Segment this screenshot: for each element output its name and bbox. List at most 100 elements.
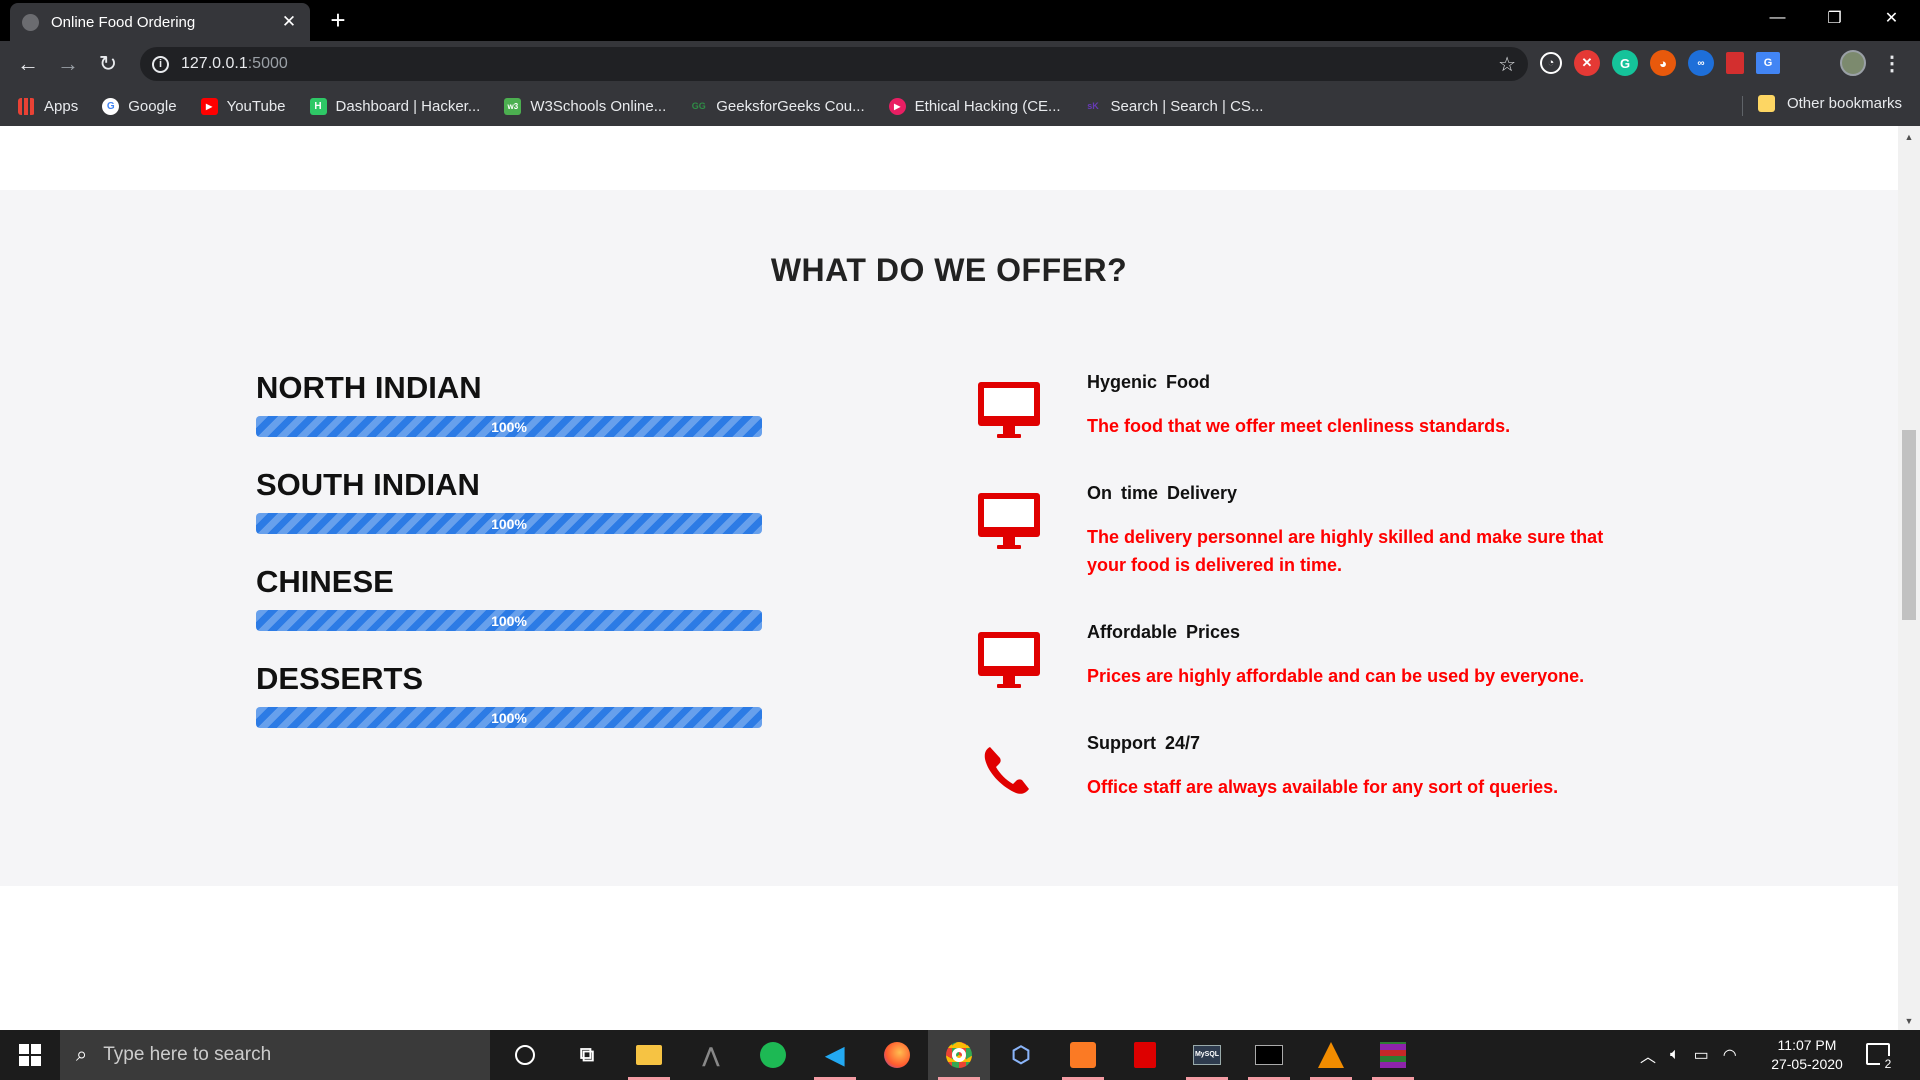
forward-arrow-icon[interactable]: → xyxy=(54,50,82,78)
windows-logo-icon xyxy=(19,1044,41,1066)
search-icon: ⌕ xyxy=(76,1043,88,1066)
skill-name: CHINESE xyxy=(256,564,394,599)
bookmark-ethical-hacking[interactable]: ▶ Ethical Hacking (CE... xyxy=(888,97,1061,115)
task-view-icon[interactable]: ⧉ xyxy=(556,1030,618,1080)
windows-taskbar: ⌕ Type here to search ⧉ ⋀ ◀ ⬡ MySQL ︿ 🔈︎… xyxy=(0,1030,1920,1080)
folder-icon xyxy=(1757,95,1775,112)
phone-icon xyxy=(984,747,1029,794)
bookmark-label: Apps xyxy=(44,97,79,115)
reload-icon[interactable]: ↻ xyxy=(94,50,122,78)
url-port: :5000 xyxy=(247,55,288,72)
minimize-button[interactable]: — xyxy=(1749,0,1806,36)
feature-description: The delivery personnel are highly skille… xyxy=(1087,527,1604,575)
skill-north-indian: NORTH INDIAN 100% xyxy=(256,370,762,467)
site-info-icon[interactable]: i xyxy=(152,55,169,73)
scroll-up-arrow-icon[interactable]: ▲ xyxy=(1898,132,1920,142)
feature-affordable-prices: Affordable Prices Prices are highly affo… xyxy=(976,620,1616,731)
progress-bar: 100% xyxy=(256,416,762,437)
wifi-icon[interactable]: ◠ xyxy=(1723,1045,1737,1065)
progress-label: 100% xyxy=(491,515,527,532)
bookmark-hackerrank[interactable]: H Dashboard | Hacker... xyxy=(309,97,480,115)
other-bookmarks-label: Other bookmarks xyxy=(1786,95,1902,112)
system-tray: ︿ 🔈︎ ▭ ◠ xyxy=(1640,1030,1737,1080)
extensions-row: ◔ ✕ G ◕ ∞ G xyxy=(1540,50,1780,76)
address-bar[interactable]: i 127.0.0.1:5000 ☆ xyxy=(140,47,1528,81)
battery-icon[interactable]: ▭ xyxy=(1694,1045,1709,1065)
pdf-extension-icon[interactable] xyxy=(1726,52,1744,74)
bookmark-label: YouTube xyxy=(226,97,286,115)
duckduckgo-extension-icon[interactable]: ◕ xyxy=(1650,50,1676,76)
chrome-icon[interactable] xyxy=(928,1030,990,1080)
other-bookmarks[interactable]: Other bookmarks xyxy=(1757,95,1902,112)
page-scrollbar[interactable]: ▲ ▼ xyxy=(1898,126,1920,1030)
vlc-icon[interactable] xyxy=(1300,1030,1362,1080)
vscode-icon[interactable]: ◀ xyxy=(804,1030,866,1080)
features-list: Hygenic Food The food that we offer meet… xyxy=(976,370,1616,842)
tab-title: Online Food Ordering xyxy=(51,13,196,31)
firefox-icon[interactable] xyxy=(866,1030,928,1080)
feature-title: Support 24/7 xyxy=(1087,733,1201,753)
predator-sense-icon[interactable]: ⋀ xyxy=(680,1030,742,1080)
spotify-icon[interactable] xyxy=(742,1030,804,1080)
taskbar-apps: ⧉ ⋀ ◀ ⬡ MySQL xyxy=(494,1030,1424,1080)
scrollbar-thumb[interactable] xyxy=(1902,430,1916,620)
apps-grid-icon xyxy=(18,97,35,115)
feature-description: Office staff are always available for an… xyxy=(1087,777,1559,797)
virtualbox-icon[interactable]: ⬡ xyxy=(990,1030,1052,1080)
skill-south-indian: SOUTH INDIAN 100% xyxy=(256,467,762,564)
skill-name: DESSERTS xyxy=(256,661,424,696)
grammarly-extension-icon[interactable]: G xyxy=(1612,50,1638,76)
bookmark-label: Google xyxy=(128,97,177,115)
cs-search-icon: sK xyxy=(1087,101,1099,111)
progress-label: 100% xyxy=(491,612,527,629)
terminal-icon[interactable] xyxy=(1238,1030,1300,1080)
globe-icon xyxy=(22,13,39,31)
xampp-icon[interactable] xyxy=(1052,1030,1114,1080)
notification-count: 2 xyxy=(1880,1056,1896,1072)
skill-chinese: CHINESE 100% xyxy=(256,564,762,661)
taskbar-clock[interactable]: 11:07 PM 27-05-2020 xyxy=(1760,1036,1854,1074)
skill-name: NORTH INDIAN xyxy=(256,370,482,405)
feature-support: Support 24/7 Office staff are always ava… xyxy=(976,731,1616,842)
progress-bar: 100% xyxy=(256,513,762,534)
close-window-button[interactable]: ✕ xyxy=(1863,0,1920,36)
browser-menu-icon[interactable]: ⋮ xyxy=(1882,51,1902,76)
profile-avatar[interactable] xyxy=(1840,50,1866,76)
bookmark-geeksforgeeks[interactable]: GG GeeksforGeeks Cou... xyxy=(690,97,865,115)
bookmark-youtube[interactable]: ▶ YouTube xyxy=(200,97,286,115)
search-placeholder: Type here to search xyxy=(103,1044,272,1065)
window-controls: — ❐ ✕ xyxy=(1749,0,1920,36)
url-host: 127.0.0.1 xyxy=(181,55,248,72)
taskbar-search[interactable]: ⌕ Type here to search xyxy=(60,1030,490,1080)
start-button[interactable] xyxy=(0,1030,60,1080)
bookmark-google[interactable]: G Google xyxy=(102,97,177,115)
cortana-icon[interactable] xyxy=(494,1030,556,1080)
browser-tab[interactable]: Online Food Ordering ✕ xyxy=(10,3,310,41)
winrar-icon[interactable] xyxy=(1362,1030,1424,1080)
bookmark-apps[interactable]: Apps xyxy=(18,97,79,115)
translate-extension-icon[interactable]: G xyxy=(1756,52,1780,74)
bookmark-cs-search[interactable]: sK Search | Search | CS... xyxy=(1085,98,1263,115)
chevron-up-icon[interactable]: ︿ xyxy=(1640,1043,1656,1067)
mysql-workbench-icon[interactable]: MySQL xyxy=(1176,1030,1238,1080)
scroll-down-arrow-icon[interactable]: ▼ xyxy=(1898,1016,1920,1026)
acrobat-icon[interactable] xyxy=(1114,1030,1176,1080)
bookmark-w3schools[interactable]: w3 W3Schools Online... xyxy=(504,97,666,115)
file-explorer-icon[interactable] xyxy=(618,1030,680,1080)
desktop-icon xyxy=(978,382,1040,438)
bookmark-star-icon[interactable]: ☆ xyxy=(1498,52,1516,77)
feature-title: Affordable Prices xyxy=(1087,622,1241,642)
adblock-extension-icon[interactable]: ✕ xyxy=(1574,50,1600,76)
bookmarks-bar: Apps G Google ▶ YouTube H Dashboard | Ha… xyxy=(0,86,1920,126)
feature-description: The food that we offer meet clenliness s… xyxy=(1087,416,1511,436)
speedometer-extension-icon[interactable]: ◔ xyxy=(1540,52,1562,74)
bookmarks-divider xyxy=(1742,96,1743,116)
bookmark-label: GeeksforGeeks Cou... xyxy=(716,97,865,115)
tab-close-icon[interactable]: ✕ xyxy=(280,12,298,32)
restore-button[interactable]: ❐ xyxy=(1806,0,1863,36)
hypothesis-extension-icon[interactable]: ∞ xyxy=(1688,50,1714,76)
volume-icon[interactable]: 🔈︎ xyxy=(1670,1046,1680,1064)
new-tab-button[interactable]: + xyxy=(324,6,352,34)
progress-label: 100% xyxy=(491,709,527,726)
back-arrow-icon[interactable]: ← xyxy=(14,50,42,78)
